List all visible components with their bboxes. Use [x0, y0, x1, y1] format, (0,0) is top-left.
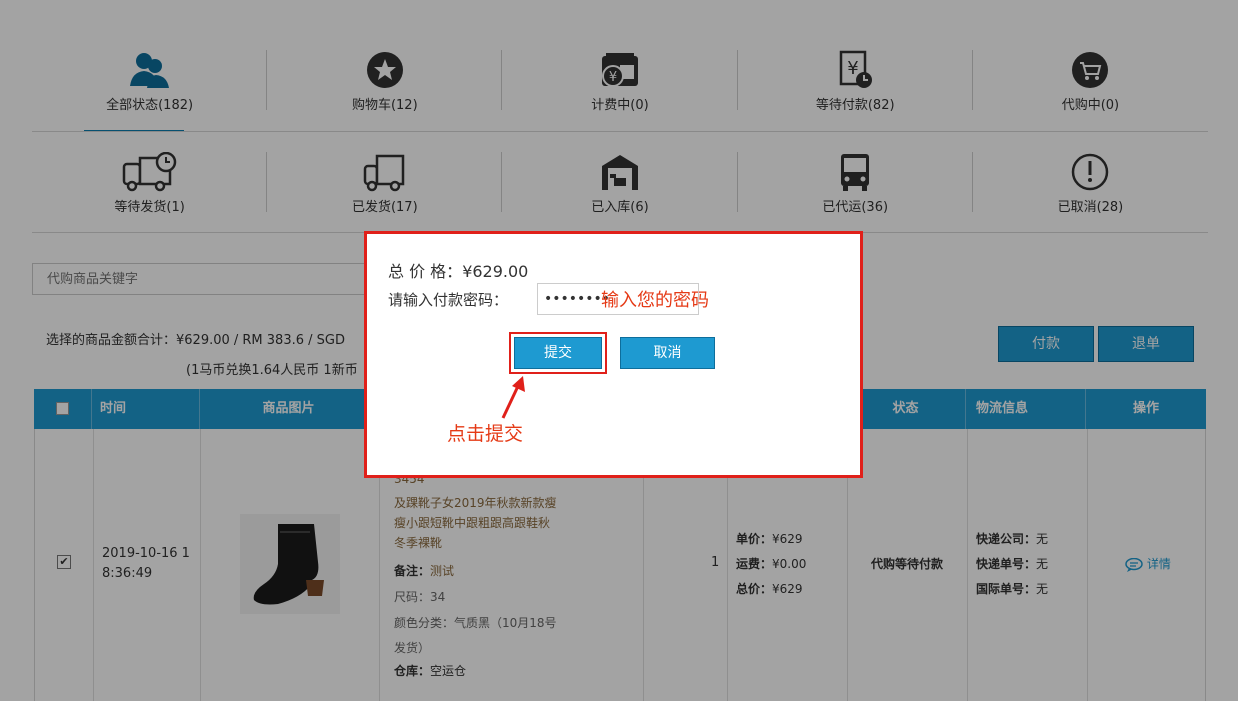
submit-button[interactable]: 提交: [514, 337, 602, 369]
arrow-icon: [501, 376, 525, 419]
dialog-total: 总 价 格：¥629.00: [388, 258, 528, 282]
dialog-total-value: ¥629.00: [462, 262, 529, 281]
payment-dialog: 总 价 格：¥629.00 请输入付款密码： •••••••• 输入您的密码 提…: [364, 231, 863, 478]
password-hint-annotation: 输入您的密码: [601, 290, 709, 311]
cancel-button[interactable]: 取消: [620, 337, 715, 369]
dialog-password-label: 请输入付款密码：: [388, 291, 509, 309]
click-submit-annotation: 点击提交: [447, 423, 524, 445]
dialog-total-label: 总 价 格：: [388, 262, 463, 281]
